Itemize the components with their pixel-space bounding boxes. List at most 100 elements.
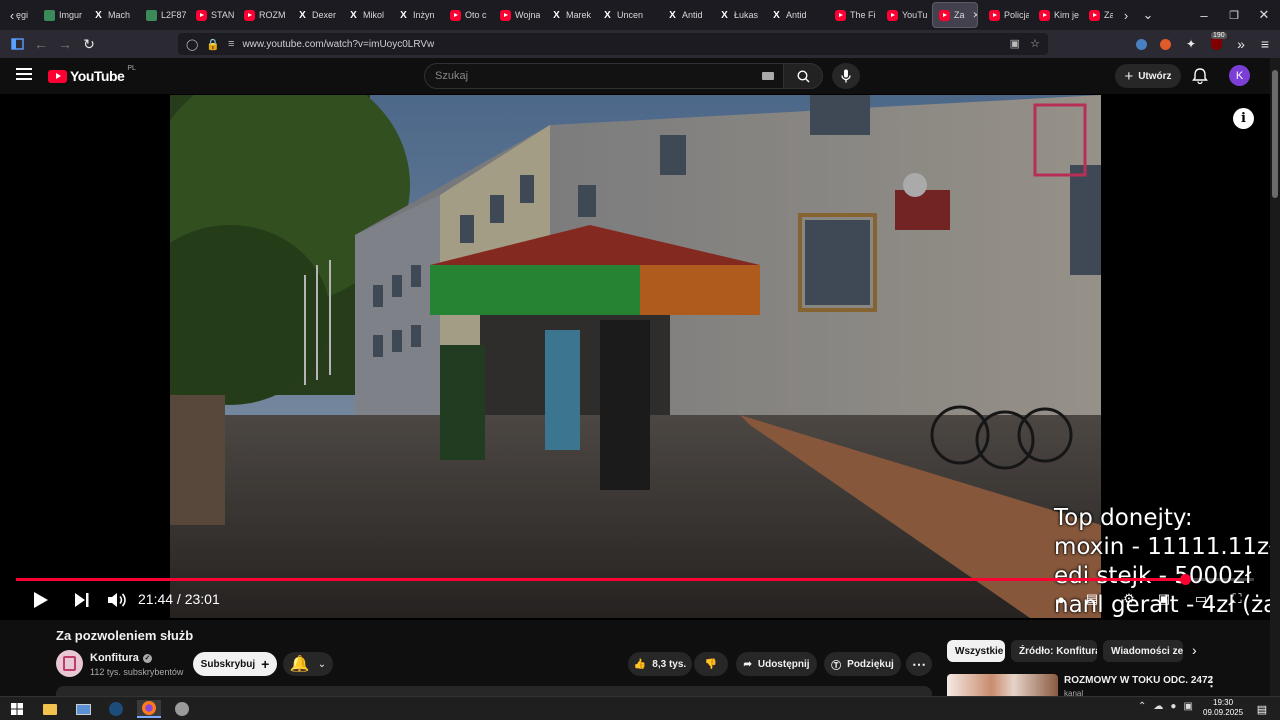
file-explorer-icon[interactable] (38, 700, 62, 718)
url-text[interactable]: www.youtube.com/watch?v=imUoyc0LRVw (242, 39, 434, 50)
progress-scrubber[interactable] (1179, 574, 1191, 585)
browser-tab[interactable]: X Uncen (596, 2, 656, 28)
share-button[interactable]: ➦ Udostępnij (736, 652, 817, 676)
search-button[interactable] (783, 63, 823, 89)
restore-window-button[interactable]: ❐ (1222, 4, 1246, 26)
browser-tab[interactable]: Za (1083, 2, 1113, 28)
next-video-button[interactable] (71, 590, 91, 610)
notification-bell-dropdown[interactable]: 🔔 ⌄ (283, 652, 333, 676)
chip-source-channel[interactable]: Źródło: Konfitura (1011, 640, 1097, 662)
search-input[interactable]: Szukaj (424, 63, 785, 89)
network-icon[interactable]: ▣ (1183, 701, 1192, 712)
channel-name-text[interactable]: Konfitura (90, 652, 139, 664)
channel-avatar[interactable] (56, 650, 83, 677)
browser-tab[interactable]: X Dexer (291, 2, 337, 28)
info-icon[interactable]: i (1233, 108, 1254, 129)
close-tab-icon[interactable]: ✕ (973, 10, 977, 21)
close-window-button[interactable]: ✕ (1252, 4, 1276, 26)
recommended-video-menu-icon[interactable]: ⋮ (1205, 674, 1218, 690)
chip-news[interactable]: Wiadomości ze ś (1103, 640, 1183, 662)
computer-icon[interactable] (71, 700, 95, 718)
voice-search-button[interactable] (832, 63, 860, 89)
play-button[interactable] (30, 590, 50, 610)
browser-tab[interactable]: YouTu (881, 2, 929, 28)
subscribe-button[interactable]: Subskrybuj + (193, 652, 277, 676)
video-player[interactable]: i Top donejty: moxin - 11111.11zł edi st… (0, 94, 1270, 620)
sidebar-toggle-icon[interactable] (6, 34, 28, 54)
progress-bar[interactable] (16, 574, 1254, 585)
shield-icon[interactable]: ◯ (186, 38, 198, 51)
extension-globe-icon[interactable] (1130, 34, 1152, 54)
app-icon[interactable] (170, 700, 194, 718)
browser-tab[interactable]: X Inżyn (392, 2, 440, 28)
extension-fox-icon[interactable] (1154, 34, 1176, 54)
browser-tab[interactable]: The Fi (829, 2, 877, 28)
browser-tab[interactable]: Oto c (444, 2, 490, 28)
like-button[interactable]: 👍 8,3 tys. (628, 652, 692, 676)
notifications-center-icon[interactable]: ▤ (1250, 700, 1274, 718)
microphone-tray-icon[interactable]: ● (1170, 701, 1176, 712)
lock-icon[interactable]: 🔒 (206, 38, 220, 51)
ublock-shield-icon[interactable]: 190 (1205, 32, 1227, 54)
picture-in-picture-icon[interactable]: ▣ (1010, 37, 1020, 50)
scrollbar-thumb[interactable] (1272, 70, 1278, 198)
chips-next-icon[interactable]: › (1192, 642, 1197, 658)
user-avatar[interactable]: K (1229, 65, 1250, 86)
browser-tab[interactable]: STAN (190, 2, 234, 28)
theater-mode-icon[interactable]: ▭ (1192, 591, 1210, 607)
browser-tab[interactable]: X Mikol (342, 2, 388, 28)
browser-tab[interactable]: X Marek (545, 2, 591, 28)
windows-start-icon[interactable] (5, 700, 29, 718)
description-box[interactable] (56, 686, 932, 696)
recommended-video-thumbnail[interactable] (947, 674, 1058, 696)
tab-list-chevron-down-icon[interactable]: ⌄ (1136, 4, 1160, 26)
steam-icon[interactable] (104, 700, 128, 718)
autoplay-toggle[interactable]: ● (1052, 591, 1070, 607)
browser-tab[interactable]: Imgur (38, 2, 84, 28)
chip-all[interactable]: Wszystkie (947, 640, 1005, 662)
browser-tab[interactable]: X Antid (661, 2, 709, 28)
taskbar-clock[interactable]: 19:30 09.09.2025 (1203, 698, 1243, 718)
forward-button[interactable]: → (54, 34, 76, 54)
overflow-chevrons-icon[interactable]: » (1230, 34, 1252, 54)
browser-tab[interactable]: X Łukas (713, 2, 761, 28)
subtitles-icon[interactable]: ▤ (1083, 591, 1101, 607)
youtube-logo[interactable]: YouTube PL (48, 65, 136, 84)
more-actions-button[interactable]: ⋯ (906, 652, 932, 676)
miniplayer-icon[interactable]: ▣ (1155, 591, 1173, 607)
page-scrollbar[interactable] (1270, 58, 1280, 696)
tab-scroll-right-icon[interactable]: › (1114, 4, 1138, 26)
notifications-bell-icon[interactable] (1190, 66, 1210, 86)
browser-tab[interactable]: Za ✕ (932, 2, 978, 28)
video-frame[interactable] (170, 95, 1101, 618)
browser-tab[interactable]: L2F87 (140, 2, 186, 28)
settings-gear-icon[interactable]: ⚙ (1120, 591, 1138, 607)
extensions-puzzle-icon[interactable]: ✦ (1180, 34, 1202, 54)
browser-tab[interactable]: Kim je (1033, 2, 1079, 28)
dislike-button[interactable]: 👎 (694, 652, 728, 676)
browser-tab[interactable]: ROZM (238, 2, 286, 28)
app-menu-icon[interactable]: ≡ (1254, 34, 1276, 54)
browser-tab[interactable]: X Antid (765, 2, 821, 28)
menu-hamburger-icon[interactable] (16, 68, 32, 82)
fullscreen-icon[interactable]: ⛶ (1228, 591, 1246, 607)
keyboard-icon[interactable] (762, 72, 774, 80)
thanks-button[interactable]: Ⓣ Podziękuj (824, 652, 901, 676)
firefox-icon[interactable] (137, 700, 161, 718)
bookmark-star-icon[interactable]: ☆ (1030, 37, 1040, 50)
channel-name[interactable]: Konfitura ✓ (90, 652, 152, 664)
minimize-window-button[interactable]: – (1192, 4, 1216, 26)
browser-tab[interactable]: X Mach (87, 2, 135, 28)
mute-button[interactable] (106, 590, 128, 610)
browser-tab[interactable]: Wojna (494, 2, 540, 28)
reload-button[interactable]: ↻ (78, 34, 100, 54)
cloud-icon[interactable]: ☁ (1153, 701, 1163, 712)
create-button[interactable]: + Utwórz (1115, 64, 1181, 88)
browser-tab[interactable]: ęgi (6, 2, 34, 28)
permissions-icon[interactable]: ≡ (228, 38, 234, 50)
url-bar[interactable]: ◯ 🔒 ≡ www.youtube.com/watch?v=imUoyc0LRV… (178, 33, 1048, 55)
tray-chevron-up-icon[interactable]: ⌃ (1138, 701, 1146, 712)
browser-tab[interactable]: Policja (983, 2, 1029, 28)
back-button[interactable]: ← (30, 34, 52, 54)
recommended-video-title[interactable]: ROZMOWY W TOKU ODC. 2472 (1064, 675, 1213, 686)
